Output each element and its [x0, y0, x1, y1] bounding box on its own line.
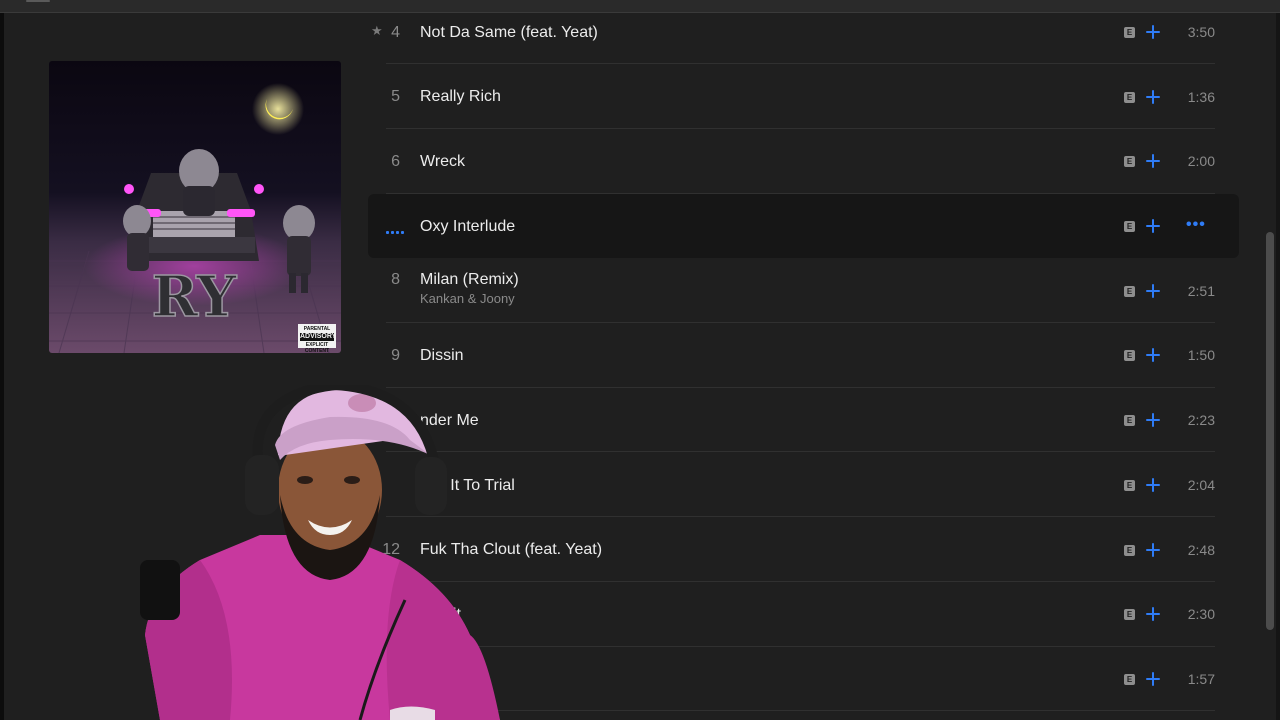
- add-to-library-icon[interactable]: [1145, 283, 1161, 299]
- explicit-icon: E: [1124, 285, 1135, 297]
- track-row[interactable]: Oxy Interlude E •••: [368, 193, 1239, 259]
- advisory-line-1: PARENTAL: [303, 326, 331, 332]
- album-logo: RY: [152, 264, 238, 330]
- track-title[interactable]: Not Da Same (feat. Yeat): [420, 24, 598, 42]
- explicit-icon: E: [1124, 91, 1135, 103]
- explicit-icon: E: [1124, 156, 1135, 168]
- window-frame-left: [0, 13, 4, 720]
- track-title[interactable]: Really Rich: [420, 88, 501, 106]
- track-number: 4: [391, 23, 400, 41]
- track-title[interactable]: Wreck: [420, 153, 465, 171]
- track-row[interactable]: ★ 4 Not Da Same (feat. Yeat) E 3:50: [368, 0, 1239, 65]
- track-artist[interactable]: Kankan & Joony: [420, 291, 515, 306]
- parental-advisory-label: PARENTAL ADVISORY EXPLICIT CONTENT: [298, 324, 337, 353]
- add-to-library-icon[interactable]: [1145, 542, 1161, 558]
- track-number: 8: [391, 271, 400, 289]
- track-duration: 1:36: [1187, 88, 1215, 105]
- track-duration: 1:50: [1187, 347, 1215, 364]
- track-row[interactable]: 8 Milan (Remix) Kankan & Joony E 2:51: [368, 258, 1239, 324]
- add-to-library-icon[interactable]: [1145, 24, 1161, 40]
- track-title[interactable]: Milan (Remix): [420, 271, 519, 289]
- explicit-icon: E: [1124, 479, 1135, 491]
- advisory-line-3: EXPLICIT CONTENT: [304, 342, 330, 353]
- explicit-icon: E: [1124, 350, 1135, 362]
- track-duration: 2:00: [1187, 153, 1215, 170]
- explicit-icon: E: [1124, 609, 1135, 621]
- add-to-library-icon[interactable]: [1145, 477, 1161, 493]
- track-number: 6: [391, 153, 400, 170]
- window-control[interactable]: [26, 0, 50, 2]
- add-to-library-icon[interactable]: [1145, 347, 1161, 363]
- track-title[interactable]: Oxy Interlude: [420, 218, 515, 236]
- track-title[interactable]: Dissin: [420, 347, 464, 365]
- webcam-overlay: [90, 379, 540, 720]
- advisory-line-2: ADVISORY: [300, 333, 337, 341]
- explicit-icon: E: [1124, 221, 1135, 233]
- explicit-icon: E: [1124, 673, 1135, 685]
- add-to-library-icon[interactable]: [1145, 606, 1161, 622]
- track-duration: 1:57: [1187, 670, 1215, 687]
- track-number: 9: [391, 347, 400, 365]
- explicit-icon: E: [1124, 544, 1135, 556]
- track-duration: 2:51: [1187, 282, 1215, 299]
- more-options-icon[interactable]: •••: [1186, 216, 1206, 234]
- add-to-library-icon[interactable]: [1145, 671, 1161, 687]
- explicit-icon: E: [1124, 26, 1135, 38]
- track-row[interactable]: 5 Really Rich E 1:36: [368, 64, 1239, 129]
- track-row[interactable]: 6 Wreck E 2:00: [368, 129, 1239, 194]
- track-duration: 2:23: [1187, 412, 1215, 429]
- album-artwork[interactable]: RY PARENTAL ADVISORY EXPLICIT CONTENT: [49, 61, 341, 353]
- add-to-library-icon[interactable]: [1145, 412, 1161, 428]
- add-to-library-icon[interactable]: [1145, 89, 1161, 105]
- window-frame-right: [1276, 13, 1280, 720]
- track-duration: 2:48: [1187, 541, 1215, 558]
- now-playing-icon: [386, 228, 406, 234]
- track-number: 5: [391, 88, 400, 106]
- track-duration: 2:30: [1187, 606, 1215, 623]
- track-row[interactable]: 9 Dissin E 1:50: [368, 323, 1239, 388]
- album-artwork-illustration: RY: [49, 83, 341, 353]
- add-to-library-icon[interactable]: [1145, 153, 1161, 169]
- track-duration: 3:50: [1187, 23, 1215, 40]
- add-to-library-icon[interactable]: [1145, 218, 1161, 234]
- streamer-webcam-image: [140, 379, 500, 720]
- explicit-icon: E: [1124, 415, 1135, 427]
- scrollbar-thumb[interactable]: [1266, 232, 1274, 630]
- track-duration: 2:04: [1187, 476, 1215, 493]
